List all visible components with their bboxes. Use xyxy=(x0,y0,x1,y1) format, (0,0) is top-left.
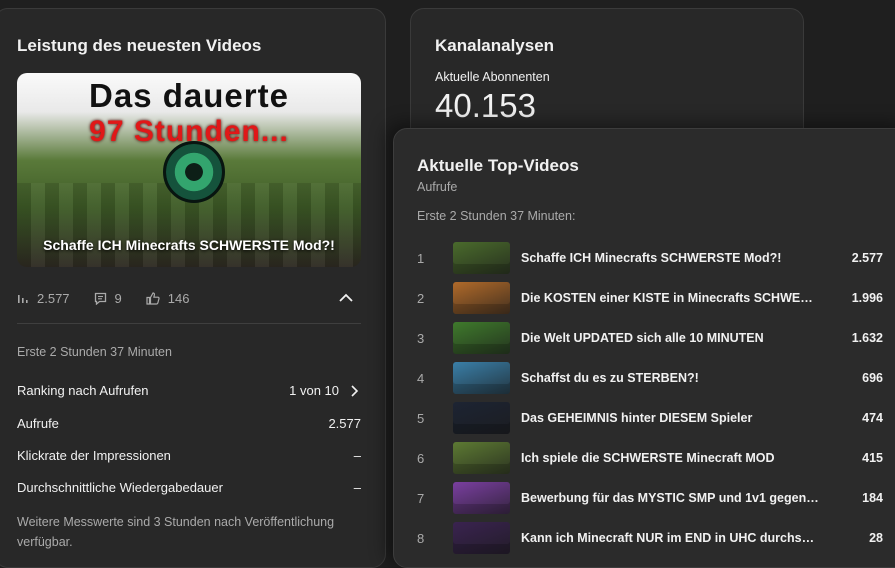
top-video-title: Das GEHEIMNIS hinter DIESEM Spieler xyxy=(521,411,753,425)
top-video-title: Die Welt UPDATED sich alle 10 MINUTEN xyxy=(521,331,764,345)
top-video-views: 474 xyxy=(862,411,883,425)
views-count: 2.577 xyxy=(37,290,70,306)
top-video-views: 1.996 xyxy=(851,291,883,305)
latest-video-title: Leistung des neuesten Videos xyxy=(17,36,262,55)
bar-chart-icon xyxy=(18,295,28,303)
period-label: Erste 2 Stunden 37 Minuten xyxy=(17,345,172,359)
top-video-title: Schaffst du es zu STERBEN?! xyxy=(521,371,699,385)
top-video-row[interactable]: 6 Ich spiele die SCHWERSTE Minecraft MOD 4… xyxy=(394,441,895,475)
latest-video-card: Leistung des neuesten Videos Das dauerte… xyxy=(0,8,386,568)
metric-value: 2.577 xyxy=(328,416,361,431)
metric-label: Klickrate der Impressionen xyxy=(17,448,171,463)
chevron-right-icon xyxy=(351,384,359,397)
top-videos-card: Aktuelle Top-Videos Aufrufe Erste 2 Stun… xyxy=(393,128,895,568)
metric-label: Ranking nach Aufrufen xyxy=(17,383,149,398)
top-video-thumbnail xyxy=(453,522,510,554)
top-video-rank: 7 xyxy=(417,490,425,506)
likes-count: 146 xyxy=(167,290,190,306)
footnote-text: Weitere Messwerte sind 3 Stunden nach Ve… xyxy=(17,515,335,549)
top-video-views: 415 xyxy=(862,451,883,465)
top-video-row[interactable]: 2 Die KOSTEN einer KISTE in Minecrafts SC… xyxy=(394,281,895,315)
top-video-views: 1.632 xyxy=(851,331,883,345)
top-videos-subtitle: Aufrufe xyxy=(417,180,458,194)
top-video-thumbnail xyxy=(453,242,510,274)
top-video-thumbnail xyxy=(453,402,510,434)
top-video-views: 696 xyxy=(862,371,883,385)
top-video-title: Die KOSTEN einer KISTE in Minecrafts SCH… xyxy=(521,291,821,305)
top-video-rank: 4 xyxy=(417,370,425,386)
top-videos-title: Aktuelle Top-Videos xyxy=(417,156,579,175)
metric-ranking-row[interactable]: Ranking nach Aufrufen 1 von 10 xyxy=(17,383,361,398)
metric-views-row: Aufrufe 2.577 xyxy=(17,416,361,431)
chevron-up-icon[interactable] xyxy=(337,289,355,307)
thumbnail-text-line1: Das dauerte xyxy=(89,77,289,114)
top-video-title: Schaffe ICH Minecrafts SCHWERSTE Mod?! xyxy=(521,251,782,265)
top-video-row[interactable]: 7 Bewerbung für das MYSTIC SMP und 1v1 ge… xyxy=(394,481,895,515)
top-video-title: Kann ich Minecraft NUR im END in UHC dur… xyxy=(521,531,821,545)
top-video-views: 28 xyxy=(869,531,883,545)
top-video-views: 2.577 xyxy=(851,251,883,265)
comments-count: 9 xyxy=(114,290,122,306)
top-video-row[interactable]: 3 Die Welt UPDATED sich alle 10 MINUTEN 1.… xyxy=(394,321,895,355)
top-video-title: Bewerbung für das MYSTIC SMP und 1v1 geg… xyxy=(521,491,821,505)
latest-video-stats: 2.577 9 146 xyxy=(17,287,361,309)
thumbs-up-icon xyxy=(146,291,160,305)
metric-avg-duration-row: Durchschnittliche Wiedergabedauer – xyxy=(17,480,361,495)
ender-eye-image xyxy=(163,141,225,203)
top-video-row[interactable]: 1 Schaffe ICH Minecrafts SCHWERSTE Mod?! 2… xyxy=(394,241,895,275)
top-video-title: Ich spiele die SCHWERSTE Minecraft MOD xyxy=(521,451,775,465)
top-video-thumbnail xyxy=(453,482,510,514)
comment-icon xyxy=(94,292,106,305)
top-video-rank: 5 xyxy=(417,410,425,426)
metric-value: – xyxy=(353,448,361,463)
top-video-rank: 2 xyxy=(417,290,425,306)
top-video-rank: 8 xyxy=(417,530,425,546)
thumbnail-caption: Schaffe ICH Minecrafts SCHWERSTE Mod?! xyxy=(43,237,335,253)
latest-video-thumbnail[interactable]: Das dauerte 97 Stunden... Schaffe ICH Mi… xyxy=(17,73,361,267)
metric-value: – xyxy=(353,480,361,495)
top-video-rank: 1 xyxy=(417,250,425,266)
top-video-thumbnail xyxy=(453,362,510,394)
metric-ctr-row: Klickrate der Impressionen – xyxy=(17,448,361,463)
top-video-thumbnail xyxy=(453,322,510,354)
top-video-thumbnail xyxy=(453,282,510,314)
metric-value: 1 von 10 xyxy=(289,383,339,398)
top-video-rank: 6 xyxy=(417,450,425,466)
subscribers-value: 40.153 xyxy=(435,87,536,124)
metric-label: Aufrufe xyxy=(17,416,59,431)
top-video-rank: 3 xyxy=(417,330,425,346)
top-video-thumbnail xyxy=(453,442,510,474)
views-stat: 2.577 xyxy=(17,291,70,306)
likes-stat: 146 xyxy=(146,290,190,306)
channel-analytics-title: Kanalanalysen xyxy=(435,36,555,55)
top-video-views: 184 xyxy=(862,491,883,505)
comments-stat: 9 xyxy=(94,291,122,306)
subscribers-label: Aktuelle Abonnenten xyxy=(435,70,550,84)
divider xyxy=(17,323,361,324)
top-video-row[interactable]: 8 Kann ich Minecraft NUR im END in UHC du… xyxy=(394,521,895,555)
top-video-row[interactable]: 4 Schaffst du es zu STERBEN?! 696 xyxy=(394,361,895,395)
top-video-row[interactable]: 5 Das GEHEIMNIS hinter DIESEM Spieler 474 xyxy=(394,401,895,435)
top-videos-period: Erste 2 Stunden 37 Minuten: xyxy=(417,209,576,223)
metric-label: Durchschnittliche Wiedergabedauer xyxy=(17,480,223,495)
